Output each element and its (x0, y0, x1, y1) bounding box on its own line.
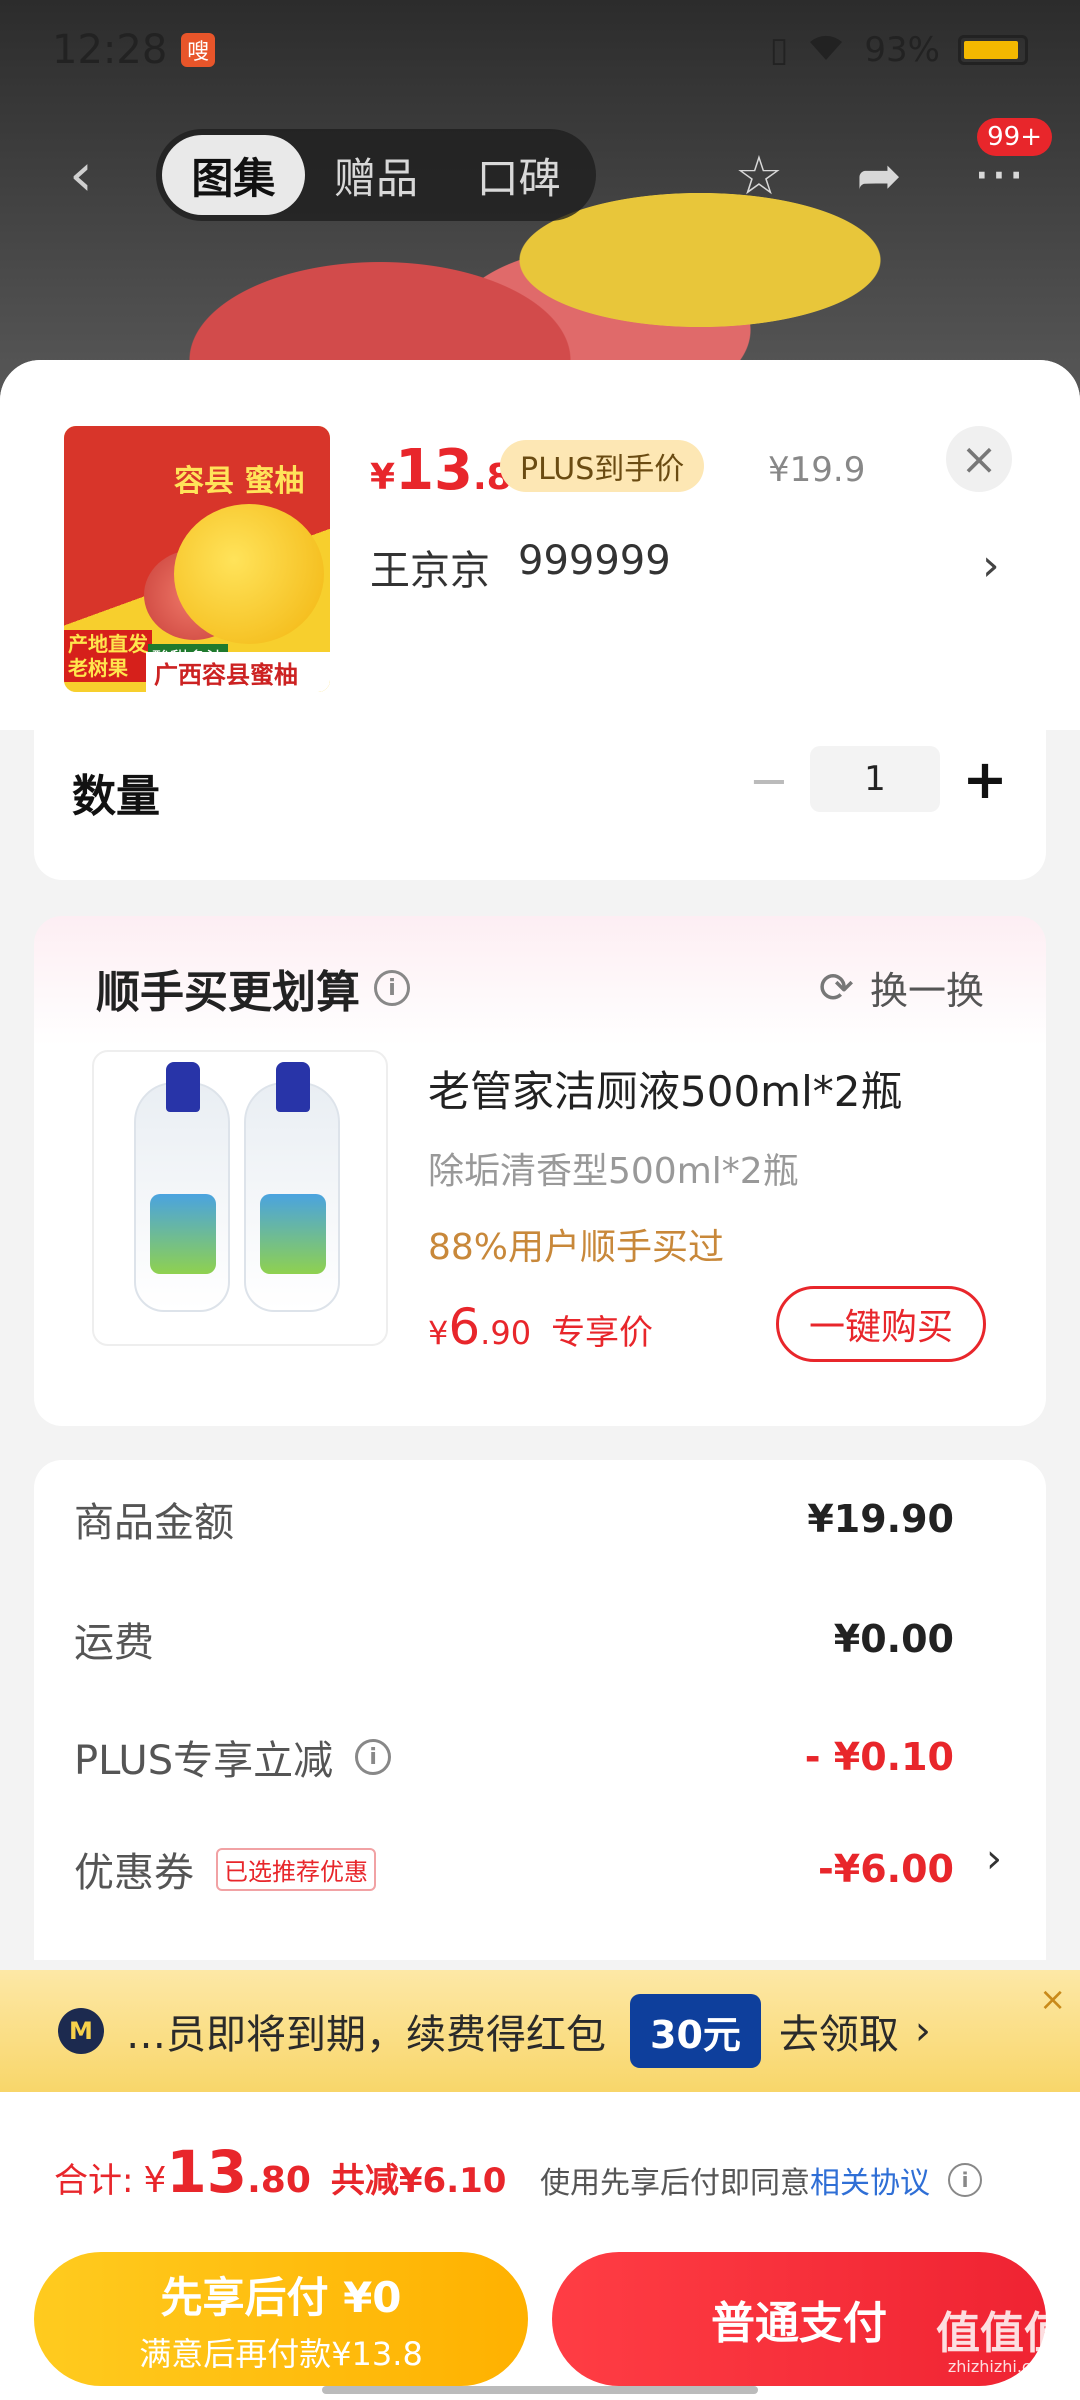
status-indicators: ▯ 93% (770, 30, 1028, 71)
gallery-tabs: 图集 赠品 口碑 (156, 129, 596, 221)
thumbnail-title: 容县 蜜柚 (174, 464, 305, 499)
thumbnail-caption: 广西容县蜜柚 (146, 652, 330, 692)
promo-amount-badge: 30元 (630, 1994, 761, 2068)
bottle-image (134, 1062, 230, 1312)
close-icon[interactable]: × (1039, 1980, 1066, 2018)
status-time: 12:28 (52, 27, 168, 73)
addon-product-name[interactable]: 老管家洁厕液500ml*2瓶 (428, 1058, 902, 1119)
addon-purchase-stat: 88%用户顺手买过 (428, 1227, 725, 1268)
quantity-label: 数量 (72, 771, 160, 822)
info-icon[interactable]: i (374, 970, 410, 1006)
price-summary: 商品金额 ¥19.90 运费 ¥0.00 PLUS专享立减 i - ¥0.10 … (34, 1460, 1046, 1960)
watermark-logo: 值值值 zhizhizhi.com (936, 2308, 1068, 2376)
chevron-right-icon[interactable]: › (986, 1836, 1002, 1882)
close-button[interactable]: × (946, 426, 1012, 492)
membership-promo-banner[interactable]: M …员即将到期，续费得红包 30元 去领取 › × (0, 1970, 1080, 2092)
home-indicator[interactable] (322, 2386, 758, 2394)
seller-id: 999999 (518, 538, 671, 584)
quantity-section: 数量 − 1 + (34, 730, 1046, 880)
seller-name: 王京京 (370, 548, 490, 594)
status-bar: 12:28 嗖 ▯ 93% (0, 0, 1080, 100)
star-icon[interactable]: ☆ (724, 140, 794, 210)
agreement-link[interactable]: 相关协议 (810, 2158, 930, 2202)
order-total: 合计: ¥ 13 .80 共减¥6.10 (54, 2138, 507, 2206)
quantity-decrease-button[interactable]: − (734, 746, 804, 816)
quantity-value[interactable]: 1 (810, 746, 940, 812)
quantity-increase-button[interactable]: + (950, 744, 1020, 814)
summary-row-plus-discount: PLUS专享立减 i - ¥0.10 (74, 1735, 954, 1784)
promo-text: …员即将到期，续费得红包 (126, 2012, 606, 2058)
pay-later-button[interactable]: 先享后付 ¥0 满意后再付款¥13.8 (34, 2252, 528, 2386)
refresh-icon: ⟳ (818, 963, 854, 1012)
seller-row[interactable]: 王京京 999999 (370, 538, 671, 596)
original-price: ¥19.9 (768, 450, 866, 490)
coupon-selected-badge: 已选推荐优惠 (216, 1847, 376, 1891)
agreement-notice: 使用先享后付即同意 相关协议 i (540, 2158, 982, 2202)
addon-title: 顺手买更划算 i (96, 956, 410, 1020)
share-icon[interactable]: ➦ (844, 140, 914, 210)
top-nav: ‹ 图集 赠品 口碑 ☆ ➦ ··· 99+ (0, 118, 1080, 230)
addon-product-image[interactable] (92, 1050, 388, 1346)
total-savings: 共减¥6.10 (330, 2161, 507, 2201)
tab-gifts[interactable]: 赠品 (305, 135, 448, 215)
thumbnail-fruit (174, 504, 324, 644)
addon-product-spec: 除垢清香型500ml*2瓶 (428, 1151, 799, 1192)
nav-actions: ☆ ➦ ··· 99+ (724, 118, 1052, 210)
promo-claim-link[interactable]: 去领取 (779, 2002, 899, 2060)
notification-app-icon: 嗖 (181, 33, 216, 67)
plus-price-tag: PLUS到手价 (500, 440, 705, 492)
membership-icon: M (58, 2008, 104, 2054)
summary-row-shipping: 运费 ¥0.00 (74, 1617, 954, 1666)
product-header: 容县 蜜柚 产地直发 老树果 酸甜多汁 广西容县蜜柚 ¥ 13 .8 PLUS到… (0, 360, 1080, 730)
tab-reviews[interactable]: 口碑 (447, 135, 590, 215)
product-thumbnail[interactable]: 容县 蜜柚 产地直发 老树果 酸甜多汁 广西容县蜜柚 (64, 426, 330, 692)
checkout-bar: 合计: ¥ 13 .80 共减¥6.10 使用先享后付即同意 相关协议 i 先享… (0, 2092, 1080, 2400)
tab-gallery[interactable]: 图集 (162, 135, 305, 215)
bottle-image (244, 1062, 340, 1312)
sim-icon: ▯ (769, 30, 789, 70)
addon-price: ¥ 6 .90 专享价 (428, 1298, 654, 1356)
message-badge: 99+ (977, 118, 1052, 156)
chevron-right-icon: › (914, 2008, 931, 2054)
one-click-buy-button[interactable]: 一键购买 (776, 1286, 986, 1362)
info-icon[interactable]: i (948, 2163, 982, 2197)
product-price: ¥ 13 .8 (370, 438, 512, 503)
wifi-icon (806, 30, 846, 71)
back-icon[interactable]: ‹ (46, 140, 116, 210)
thumbnail-tag-origin: 产地直发 老树果 (64, 630, 152, 682)
summary-row-coupon[interactable]: 优惠券 已选推荐优惠 -¥6.00 (74, 1840, 954, 1898)
summary-row-subtotal: 商品金额 ¥19.90 (74, 1497, 954, 1546)
swap-button[interactable]: ⟳ 换一换 (819, 960, 984, 1015)
chevron-right-icon[interactable]: › (982, 540, 1000, 591)
close-icon: × (960, 433, 998, 485)
battery-percent: 93% (864, 30, 940, 70)
battery-icon (958, 35, 1028, 65)
info-icon[interactable]: i (355, 1739, 392, 1775)
addon-recommendation: 顺手买更划算 i ⟳ 换一换 老管家洁厕液500ml*2瓶 除垢清香型500ml… (34, 916, 1046, 1426)
